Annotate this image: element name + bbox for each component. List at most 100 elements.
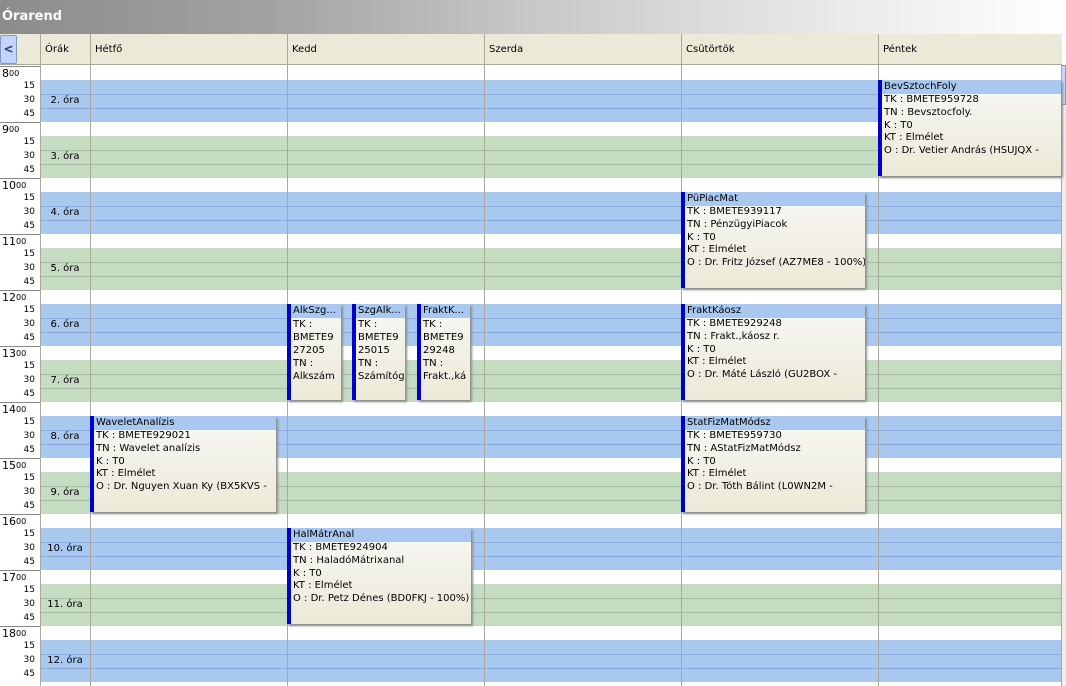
event-detail-line: KT : Elmélet: [687, 468, 747, 480]
grid-line: [40, 556, 1061, 557]
event-title: PüPiacMat: [685, 192, 865, 206]
period-band[interactable]: [40, 248, 1061, 290]
event-detail-line: KT : Elmélet: [687, 356, 747, 368]
hour-number: 8: [2, 67, 9, 80]
header-day-monday[interactable]: Hétfő: [90, 34, 287, 64]
event-detail-line: TK :: [423, 319, 443, 330]
period-band[interactable]: [40, 360, 1061, 402]
grid-line: [40, 654, 1061, 655]
minute-zero: 00: [16, 461, 27, 470]
hour-number: 13: [2, 347, 16, 360]
period-band[interactable]: [40, 528, 1061, 570]
column-divider: [484, 65, 485, 686]
event-detail-line: Frakt.,ká: [423, 371, 467, 382]
event-detail-line: 27205: [293, 345, 325, 356]
course-event[interactable]: WaveletAnalízis TK : BMETE929021 TN : Wave…: [90, 416, 276, 512]
grid-line: [40, 332, 1061, 333]
event-detail-line: TN : Bevsztocfoly.: [884, 106, 973, 118]
event-detail-line: O : Dr. Fritz József (AZ7ME8 - 100%): [687, 257, 865, 269]
period-label: 12. óra: [47, 655, 83, 666]
minute-label: 15: [23, 417, 35, 427]
period-band[interactable]: [40, 584, 1061, 626]
header-day-wednesday[interactable]: Szerda: [484, 34, 681, 64]
minute-label: 15: [23, 361, 35, 371]
minute-label: 30: [23, 599, 35, 609]
minute-zero: 00: [16, 405, 27, 414]
event-title: SzgAlk...: [356, 304, 405, 318]
event-detail-line: O : Dr. Vetier András (HSUJQX -: [884, 145, 1039, 157]
grid-line: [40, 598, 1061, 599]
event-title: HalMátrAnal: [291, 528, 471, 542]
period-band[interactable]: [40, 192, 1061, 234]
event-detail-line: TK :: [358, 319, 378, 330]
grid-line: [40, 276, 1061, 277]
period-label: 7. óra: [50, 375, 80, 386]
header-hours: Órák: [40, 34, 90, 64]
period-label: 9. óra: [50, 487, 80, 498]
window-title: Órarend: [2, 9, 63, 24]
event-detail-line: TK :: [293, 319, 313, 330]
course-event[interactable]: HalMátrAnal TK : BMETE924904 TN : HaladóMá…: [287, 528, 471, 624]
event-title: AlkSzg...: [291, 304, 341, 318]
event-title: BevSztochFoly: [882, 80, 1061, 94]
period-band[interactable]: [40, 304, 1061, 346]
minute-label: 45: [23, 445, 35, 455]
minute-zero: 00: [16, 181, 27, 190]
event-detail-line: O : Dr. Tóth Bálint (L0WN2M -: [687, 481, 833, 493]
event-detail-line: TN :: [293, 358, 314, 369]
event-detail-line: BMETE9: [358, 332, 399, 343]
course-event[interactable]: SzgAlk... TK : BMETE9 25015 TN : Számítóg: [352, 304, 405, 400]
event-detail-line: K : T0: [96, 455, 125, 467]
event-detail-line: TN : HaladóMátrixanal: [293, 554, 405, 566]
period-band[interactable]: [40, 640, 1061, 682]
course-event[interactable]: FraktKáosz TK : BMETE929248 TN : Frakt.,ká…: [681, 304, 865, 400]
hour-number: 14: [2, 403, 16, 416]
hour-label: 1400: [2, 404, 26, 416]
hour-label: 900: [2, 124, 19, 136]
minute-label: 15: [23, 473, 35, 483]
minute-label: 45: [23, 277, 35, 287]
minute-label: 45: [23, 109, 35, 119]
hour-number: 18: [2, 627, 16, 640]
hour-number: 9: [2, 123, 9, 136]
hour-number: 11: [2, 235, 16, 248]
grid-line: [40, 542, 1061, 543]
header-day-thursday[interactable]: Csütörtök: [681, 34, 878, 64]
previous-week-button[interactable]: <: [0, 35, 17, 64]
event-detail-line: KT : Elmélet: [293, 580, 353, 592]
course-event[interactable]: StatFizMatMódsz TK : BMETE959730 TN : ASta…: [681, 416, 865, 512]
course-event[interactable]: FraktK... TK : BMETE9 29248 TN : Frakt.,ká: [417, 304, 470, 400]
hour-label: 1200: [2, 292, 26, 304]
period-label: 5. óra: [50, 263, 80, 274]
course-event[interactable]: BevSztochFoly TK : BMETE959728 TN : Bevszt…: [878, 80, 1061, 176]
period-label: 4. óra: [50, 207, 80, 218]
grid-line: [40, 668, 1061, 669]
hour-number: 15: [2, 459, 16, 472]
minute-label: 30: [23, 95, 35, 105]
event-detail-line: BMETE9: [423, 332, 464, 343]
course-event[interactable]: AlkSzg... TK : BMETE9 27205 TN : Alkszám: [287, 304, 341, 400]
event-detail-line: 25015: [358, 345, 390, 356]
event-detail-line: TN :: [423, 358, 444, 369]
minute-label: 30: [23, 151, 35, 161]
header-day-tuesday[interactable]: Kedd: [287, 34, 484, 64]
event-detail-line: O : Dr. Petz Dénes (BD0FKJ - 100%): [293, 593, 470, 605]
event-detail-line: TK : BMETE929248: [687, 318, 782, 329]
event-title: FraktKáosz: [685, 304, 865, 318]
period-label: 10. óra: [47, 543, 83, 554]
hour-label: 1500: [2, 460, 26, 472]
course-event[interactable]: PüPiacMat TK : BMETE939117 TN : PénzügyiPi…: [681, 192, 865, 288]
hour-label: 1700: [2, 572, 26, 584]
minute-label: 30: [23, 487, 35, 497]
event-detail-line: TK : BMETE939117: [687, 206, 782, 217]
header-day-friday[interactable]: Péntek: [878, 34, 1062, 64]
event-title: WaveletAnalízis: [94, 416, 276, 430]
event-detail-line: TN : AStatFizMatMódsz: [687, 442, 801, 454]
event-title: FraktK...: [421, 304, 470, 318]
minute-label: 30: [23, 543, 35, 553]
minute-label: 45: [23, 333, 35, 343]
grid-line: [40, 206, 1061, 207]
event-detail-line: KT : Elmélet: [96, 468, 156, 480]
event-detail-line: K : T0: [687, 343, 716, 355]
minute-zero: 00: [9, 69, 20, 78]
